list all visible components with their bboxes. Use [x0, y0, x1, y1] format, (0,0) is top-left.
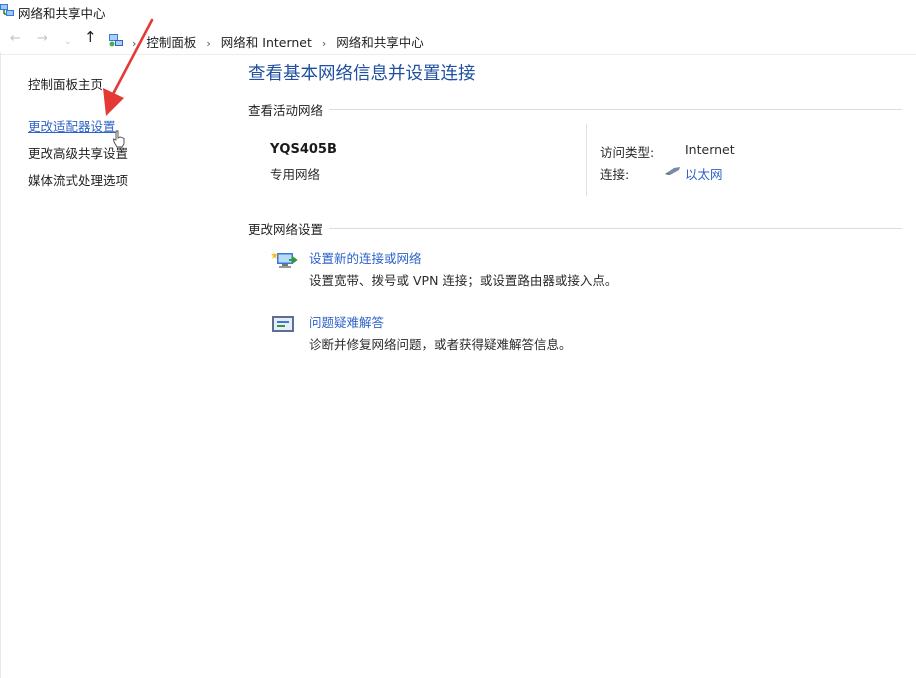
ethernet-connection-link[interactable]: 以太网 — [685, 164, 723, 183]
new-connection-icon — [271, 251, 298, 268]
page-title: 查看基本网络信息并设置连接 — [248, 64, 476, 84]
active-networks-header: 查看活动网络 — [248, 100, 902, 119]
troubleshoot-description: 诊断并修复网络问题，或者获得疑难解答信息。 — [309, 337, 572, 352]
network-sharing-center-window: 网络和共享中心 ← → ⌄ ↑ › 控制面板 › 网络和 Internet › … — [0, 0, 916, 678]
active-networks-label: 查看活动网络 — [248, 100, 330, 119]
connection-label: 连接: — [600, 167, 630, 182]
network-card-divider — [586, 124, 587, 196]
troubleshoot-icon — [272, 316, 294, 332]
access-type-label: 访问类型: — [600, 145, 655, 160]
active-network-card: YQS405B 专用网络 访问类型: Internet 连接: 以太网 — [248, 124, 902, 196]
ethernet-icon — [665, 167, 680, 175]
section-divider — [248, 109, 902, 110]
access-type-value: Internet — [685, 142, 735, 157]
troubleshoot-problems-link[interactable]: 问题疑难解答 — [309, 312, 384, 331]
section-divider — [248, 228, 902, 229]
setup-new-connection-description: 设置宽带、拨号或 VPN 连接；或设置路由器或接入点。 — [309, 273, 618, 288]
task-new-connection: 设置新的连接或网络 设置宽带、拨号或 VPN 连接；或设置路由器或接入点。 — [270, 248, 890, 292]
network-category-link: 专用网络 — [270, 167, 321, 182]
setup-new-connection-link[interactable]: 设置新的连接或网络 — [309, 248, 422, 267]
network-name: YQS405B — [270, 142, 337, 157]
change-settings-label: 更改网络设置 — [248, 219, 330, 238]
change-settings-header: 更改网络设置 — [248, 219, 902, 238]
task-troubleshoot: 问题疑难解答 诊断并修复网络问题，或者获得疑难解答信息。 — [270, 312, 890, 356]
